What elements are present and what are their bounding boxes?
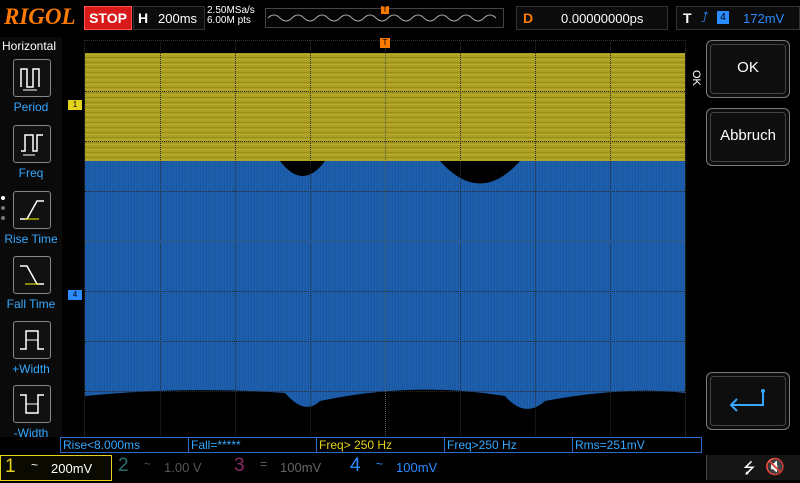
menu-item-period[interactable]: Period bbox=[0, 57, 62, 119]
channel-scale: 200mV bbox=[51, 461, 93, 476]
negative-width-icon bbox=[13, 385, 51, 423]
menu-item-label: Freq bbox=[18, 166, 44, 180]
grid-center-line bbox=[385, 41, 386, 438]
enter-button[interactable] bbox=[706, 372, 790, 430]
trigger-settings-box[interactable]: T ⭜ 4 172mV bbox=[676, 6, 800, 30]
trigger-key: T bbox=[683, 10, 692, 26]
enter-return-icon bbox=[729, 389, 765, 412]
grid-center-line bbox=[85, 241, 685, 242]
rigol-logo: RIGOL bbox=[4, 4, 76, 29]
coupling-icon: ~ bbox=[144, 457, 152, 471]
channel-number: 3 bbox=[234, 455, 245, 476]
speaker-muted-icon[interactable]: 🔇 bbox=[765, 457, 785, 477]
channel-4-offset-marker[interactable]: 4 bbox=[68, 290, 82, 300]
top-status-bar: RIGOL STOP H 200ms 2.50MSa/s 6.00M pts T… bbox=[0, 0, 800, 36]
menu-item-rise-time[interactable]: Rise Time bbox=[0, 189, 62, 251]
channel-1-offset-marker[interactable]: 1 bbox=[68, 100, 82, 110]
menu-item-label: Period bbox=[13, 100, 49, 114]
coupling-icon: = bbox=[260, 457, 268, 471]
channel-2-tab[interactable]: 2 ~ 1.00 V bbox=[114, 455, 224, 479]
channel-4-tab[interactable]: 4 ~ 100mV bbox=[346, 455, 456, 479]
channel-number: 4 bbox=[350, 455, 361, 476]
period-icon bbox=[13, 59, 51, 97]
memory-depth: 6.00M pts bbox=[207, 15, 251, 26]
grid-line bbox=[235, 41, 236, 438]
grid-line bbox=[85, 141, 685, 142]
coupling-icon: ~ bbox=[31, 458, 39, 472]
menu-item-label: Fall Time bbox=[6, 297, 56, 311]
channel-number: 2 bbox=[118, 455, 129, 476]
cancel-button-label: Abbruch bbox=[720, 127, 776, 144]
measurement-fall[interactable]: Fall=***** bbox=[188, 437, 318, 453]
grid-line bbox=[85, 391, 685, 392]
memory-trigger-marker: T bbox=[381, 5, 389, 14]
horizontal-timebase-box[interactable]: H 200ms bbox=[133, 6, 205, 30]
menu-item-positive-width[interactable]: +Width bbox=[0, 319, 62, 381]
acquisition-info: 2.50MSa/s 6.00M pts bbox=[207, 6, 255, 26]
channel-scale: 100mV bbox=[396, 460, 438, 475]
grid-line bbox=[460, 41, 461, 438]
menu-title: Horizontal bbox=[2, 39, 57, 53]
horizontal-measure-menu: Horizontal Period Freq Rise Time Fall Ti… bbox=[0, 37, 62, 440]
channel-status-bar: 1 ~ 200mV 2 ~ 1.00 V 3 = 100mV 4 ~ 100mV bbox=[0, 455, 800, 481]
positive-width-icon bbox=[13, 321, 51, 359]
grid-line bbox=[85, 91, 685, 92]
menu-item-negative-width[interactable]: -Width bbox=[0, 383, 62, 445]
coupling-icon: ~ bbox=[376, 457, 384, 471]
run-stop-indicator[interactable]: STOP bbox=[84, 6, 132, 30]
menu-item-freq[interactable]: Freq bbox=[0, 123, 62, 185]
measurement-rms[interactable]: Rms=251mV bbox=[572, 437, 702, 453]
grid-line bbox=[85, 341, 685, 342]
measurement-freq-ch4[interactable]: Freq>250 Hz bbox=[444, 437, 574, 453]
grid-line bbox=[85, 291, 685, 292]
system-status-area: ⭍ 🔇 bbox=[706, 455, 800, 480]
waveform-display[interactable] bbox=[84, 40, 686, 439]
trigger-delay-box[interactable]: D 0.00000000ps bbox=[516, 6, 668, 30]
trigger-source-badge: 4 bbox=[717, 11, 729, 24]
ok-button-label: OK bbox=[737, 59, 759, 76]
channel-scale: 1.00 V bbox=[164, 460, 202, 475]
grid-line bbox=[310, 41, 311, 438]
timebase-value: 200ms bbox=[158, 11, 198, 26]
rising-edge-icon: ⭜ bbox=[701, 9, 709, 25]
menu-item-label: +Width bbox=[12, 362, 50, 376]
horizontal-key: H bbox=[138, 10, 149, 26]
ok-button[interactable]: OK bbox=[706, 40, 790, 98]
right-softkey-menu: OK OK Abbruch bbox=[688, 40, 800, 437]
usb-icon: ⭍ bbox=[743, 460, 756, 477]
menu-page-indicator bbox=[1, 196, 6, 226]
menu-item-label: -Width bbox=[13, 426, 49, 440]
freq-icon bbox=[13, 125, 51, 163]
grid-line bbox=[610, 41, 611, 438]
delay-value: 0.00000000ps bbox=[561, 11, 644, 26]
cancel-button[interactable]: Abbruch bbox=[706, 108, 790, 166]
grid-line bbox=[160, 41, 161, 438]
fall-time-icon bbox=[13, 256, 51, 294]
rise-time-icon bbox=[13, 191, 51, 229]
channel-3-tab[interactable]: 3 = 100mV bbox=[230, 455, 340, 479]
menu-side-label: OK bbox=[690, 70, 702, 86]
channel-scale: 100mV bbox=[280, 460, 322, 475]
menu-item-fall-time[interactable]: Fall Time bbox=[0, 254, 62, 316]
memory-overview-bar[interactable]: T bbox=[265, 5, 504, 28]
grid-line bbox=[85, 191, 685, 192]
trigger-level: 172mV bbox=[743, 11, 785, 26]
measurement-freq-ch1[interactable]: Freq> 250 Hz bbox=[316, 437, 446, 453]
measurement-results-bar: Rise<8.000ms Fall=***** Freq> 250 Hz Fre… bbox=[60, 437, 702, 453]
delay-key: D bbox=[523, 10, 534, 26]
grid-line bbox=[535, 41, 536, 438]
trigger-position-marker[interactable]: T bbox=[380, 38, 390, 52]
menu-item-label: Rise Time bbox=[4, 232, 58, 246]
channel-1-tab[interactable]: 1 ~ 200mV bbox=[0, 455, 112, 481]
measurement-rise[interactable]: Rise<8.000ms bbox=[60, 437, 190, 453]
channel-number: 1 bbox=[5, 456, 16, 477]
